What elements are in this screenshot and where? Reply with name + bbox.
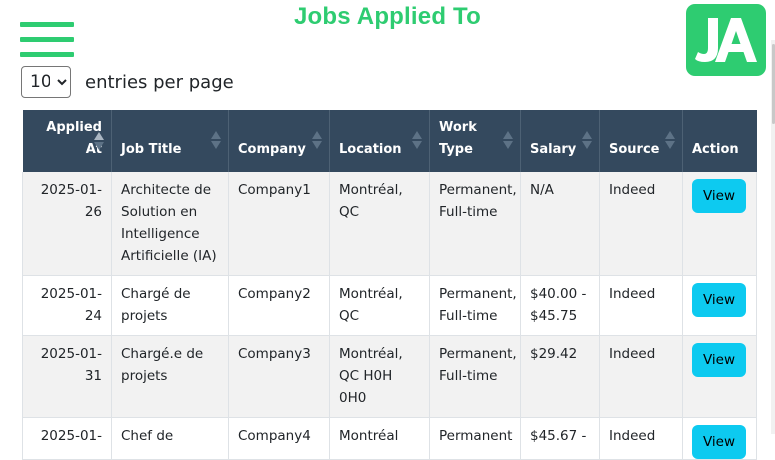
cell-source: Indeed bbox=[599, 275, 683, 336]
column-job-title[interactable]: Job Title bbox=[111, 110, 229, 172]
table-header-row: Applied At Job Title Company Location Wo… bbox=[22, 110, 757, 172]
cell-applied-at: 2025-01- bbox=[22, 417, 112, 460]
cell-work-type: Permanent bbox=[429, 417, 521, 460]
view-button[interactable]: View bbox=[692, 343, 746, 377]
ja-logo-icon bbox=[695, 18, 757, 62]
table-row: 2025-01-26 Architecte de Solution en Int… bbox=[22, 172, 757, 276]
column-source[interactable]: Source bbox=[599, 110, 683, 172]
table-row: 2025-01- Chef de Company4 Montréal Perma… bbox=[22, 417, 757, 460]
page-title: Jobs Applied To bbox=[294, 3, 481, 30]
cell-action: View bbox=[682, 172, 757, 276]
cell-applied-at: 2025-01-24 bbox=[22, 275, 112, 336]
column-label: Salary bbox=[530, 142, 577, 157]
column-label: Work Type bbox=[439, 120, 477, 157]
column-salary[interactable]: Salary bbox=[520, 110, 600, 172]
column-action: Action bbox=[682, 110, 757, 172]
cell-location: Montréal, QC H0H 0H0 bbox=[329, 335, 430, 418]
cell-location: Montréal bbox=[329, 417, 430, 460]
column-label: Location bbox=[339, 142, 402, 157]
cell-company: Company4 bbox=[228, 417, 330, 460]
table-row: 2025-01-24 Chargé de projets Company2 Mo… bbox=[22, 275, 757, 336]
cell-work-type: Permanent, Full-time bbox=[429, 275, 521, 336]
sort-icon bbox=[412, 131, 422, 151]
sort-icon bbox=[312, 131, 322, 151]
column-applied-at[interactable]: Applied At bbox=[22, 110, 112, 172]
column-label: Source bbox=[609, 142, 660, 157]
cell-salary: $29.42 bbox=[520, 335, 600, 418]
app-logo[interactable] bbox=[686, 4, 766, 76]
cell-applied-at: 2025-01-31 bbox=[22, 335, 112, 418]
sort-icon bbox=[582, 131, 592, 151]
table-row: 2025-01-31 Chargé.e de projets Company3 … bbox=[22, 335, 757, 418]
cell-job-title: Chargé de projets bbox=[111, 275, 229, 336]
cell-company: Company3 bbox=[228, 335, 330, 418]
cell-salary: N/A bbox=[520, 172, 600, 276]
jobs-table: Applied At Job Title Company Location Wo… bbox=[22, 110, 757, 460]
sort-icon bbox=[211, 131, 221, 151]
cell-salary: $45.67 - bbox=[520, 417, 600, 460]
menu-bar bbox=[20, 52, 74, 57]
cell-action: View bbox=[682, 275, 757, 336]
column-work-type[interactable]: Work Type bbox=[429, 110, 521, 172]
view-button[interactable]: View bbox=[692, 283, 746, 317]
view-button[interactable]: View bbox=[692, 179, 746, 213]
column-label: Job Title bbox=[121, 142, 182, 157]
cell-action: View bbox=[682, 335, 757, 418]
column-label: Action bbox=[692, 142, 739, 157]
entries-select[interactable]: 10 bbox=[21, 66, 71, 98]
cell-job-title: Architecte de Solution en Intelligence A… bbox=[111, 172, 229, 276]
cell-source: Indeed bbox=[599, 335, 683, 418]
view-button[interactable]: View bbox=[692, 425, 746, 459]
column-location[interactable]: Location bbox=[329, 110, 430, 172]
column-label: Company bbox=[238, 142, 306, 157]
cell-action: View bbox=[682, 417, 757, 460]
cell-salary: $40.00 - $45.75 bbox=[520, 275, 600, 336]
cell-company: Company2 bbox=[228, 275, 330, 336]
cell-job-title: Chef de bbox=[111, 417, 229, 460]
menu-bar bbox=[20, 37, 74, 42]
cell-company: Company1 bbox=[228, 172, 330, 276]
cell-work-type: Permanent, Full-time bbox=[429, 172, 521, 276]
sort-asc-icon bbox=[94, 132, 104, 152]
cell-work-type: Permanent, Full-time bbox=[429, 335, 521, 418]
sort-icon bbox=[503, 131, 513, 151]
entries-label: entries per page bbox=[85, 71, 234, 93]
entries-per-page: 10 entries per page bbox=[21, 66, 234, 98]
cell-applied-at: 2025-01-26 bbox=[22, 172, 112, 276]
cell-job-title: Chargé.e de projets bbox=[111, 335, 229, 418]
cell-location: Montréal, QC bbox=[329, 172, 430, 276]
cell-source: Indeed bbox=[599, 417, 683, 460]
sort-icon bbox=[665, 131, 675, 151]
cell-location: Montréal, QC bbox=[329, 275, 430, 336]
column-company[interactable]: Company bbox=[228, 110, 330, 172]
cell-source: Indeed bbox=[599, 172, 683, 276]
